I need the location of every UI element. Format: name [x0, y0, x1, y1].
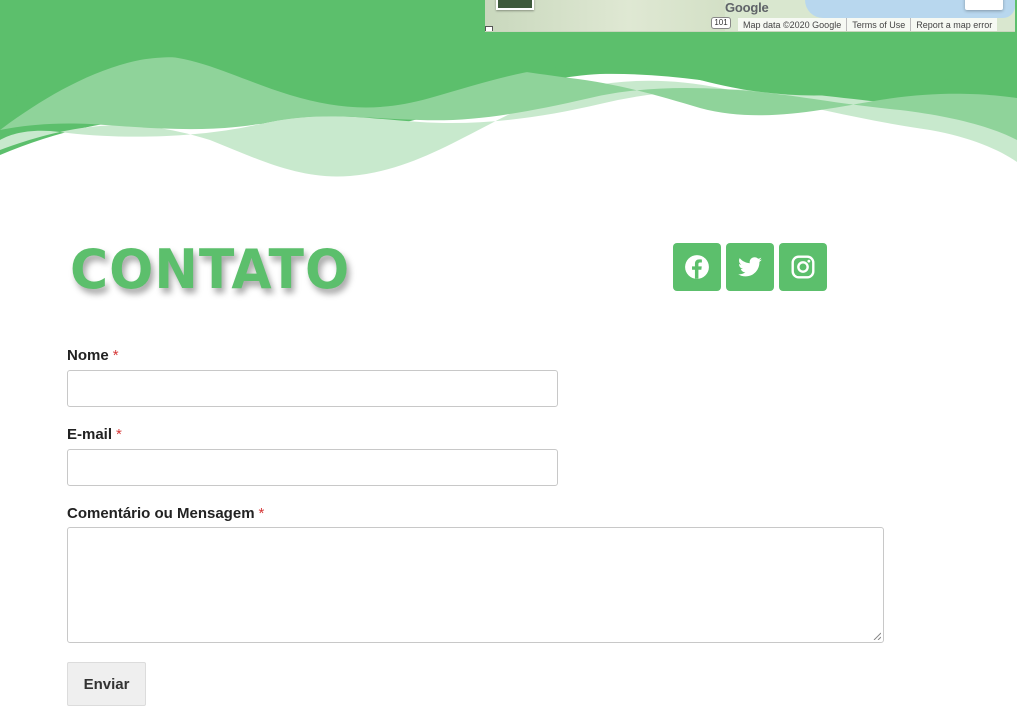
required-mark: * [116, 426, 122, 443]
map-zoom-control[interactable] [965, 0, 1003, 10]
name-input[interactable] [67, 370, 558, 407]
twitter-button[interactable] [726, 243, 774, 291]
social-links [673, 243, 827, 291]
email-input[interactable] [67, 449, 558, 486]
map-corner-marker [485, 26, 493, 31]
name-label: Nome * [67, 347, 119, 364]
map-satellite-thumbnail[interactable] [496, 0, 534, 10]
route-badge: 101 [711, 17, 731, 29]
embedded-map[interactable]: 101 Google Map data ©2020 Google Terms o… [485, 0, 1015, 32]
name-label-text: Nome [67, 347, 109, 364]
map-data-credit: Map data ©2020 Google [743, 20, 842, 30]
report-map-error-link[interactable]: Report a map error [910, 18, 997, 31]
submit-button[interactable]: Enviar [67, 662, 146, 706]
email-label: E-mail * [67, 426, 122, 443]
contact-heading: CONTATO [70, 238, 351, 302]
message-label-text: Comentário ou Mensagem [67, 505, 255, 522]
message-label: Comentário ou Mensagem * [67, 505, 264, 522]
terms-of-use-link[interactable]: Terms of Use [846, 18, 910, 31]
instagram-button[interactable] [779, 243, 827, 291]
google-logo: Google [725, 0, 769, 15]
instagram-icon [791, 255, 815, 279]
required-mark: * [112, 347, 119, 364]
facebook-icon [685, 255, 709, 279]
resize-grip-icon[interactable] [873, 632, 881, 640]
message-textarea[interactable] [67, 527, 884, 643]
page: 101 Google Map data ©2020 Google Terms o… [0, 0, 1017, 713]
email-label-text: E-mail [67, 426, 113, 443]
facebook-button[interactable] [673, 243, 721, 291]
twitter-icon [738, 257, 762, 277]
required-mark: * [258, 505, 265, 522]
map-credits: Map data ©2020 Google Terms of Use Repor… [738, 18, 998, 31]
